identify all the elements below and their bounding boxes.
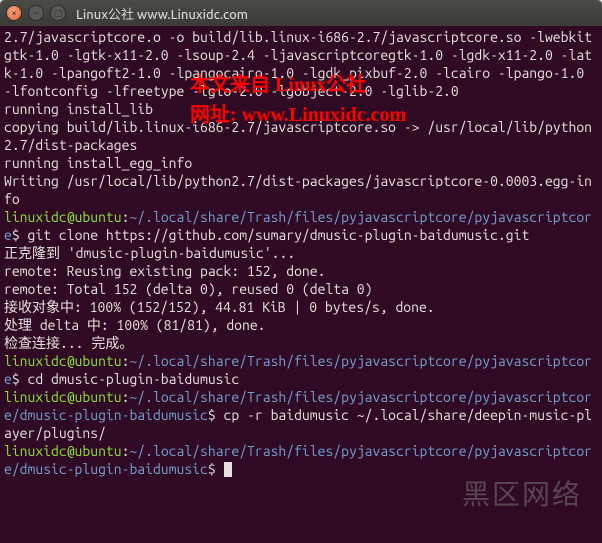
titlebar: × – ▢ Linux公社 www.Linuxidc.com (0, 0, 602, 26)
maximize-icon[interactable]: ▢ (50, 5, 66, 21)
terminal-output[interactable]: 2.7/javascriptcore.o -o build/lib.linux-… (0, 26, 602, 543)
terminal-window: × – ▢ Linux公社 www.Linuxidc.com 2.7/javas… (0, 0, 602, 543)
window-title: Linux公社 www.Linuxidc.com (76, 4, 248, 23)
minimize-icon[interactable]: – (28, 5, 44, 21)
close-icon[interactable]: × (6, 5, 22, 21)
cursor (224, 462, 232, 477)
